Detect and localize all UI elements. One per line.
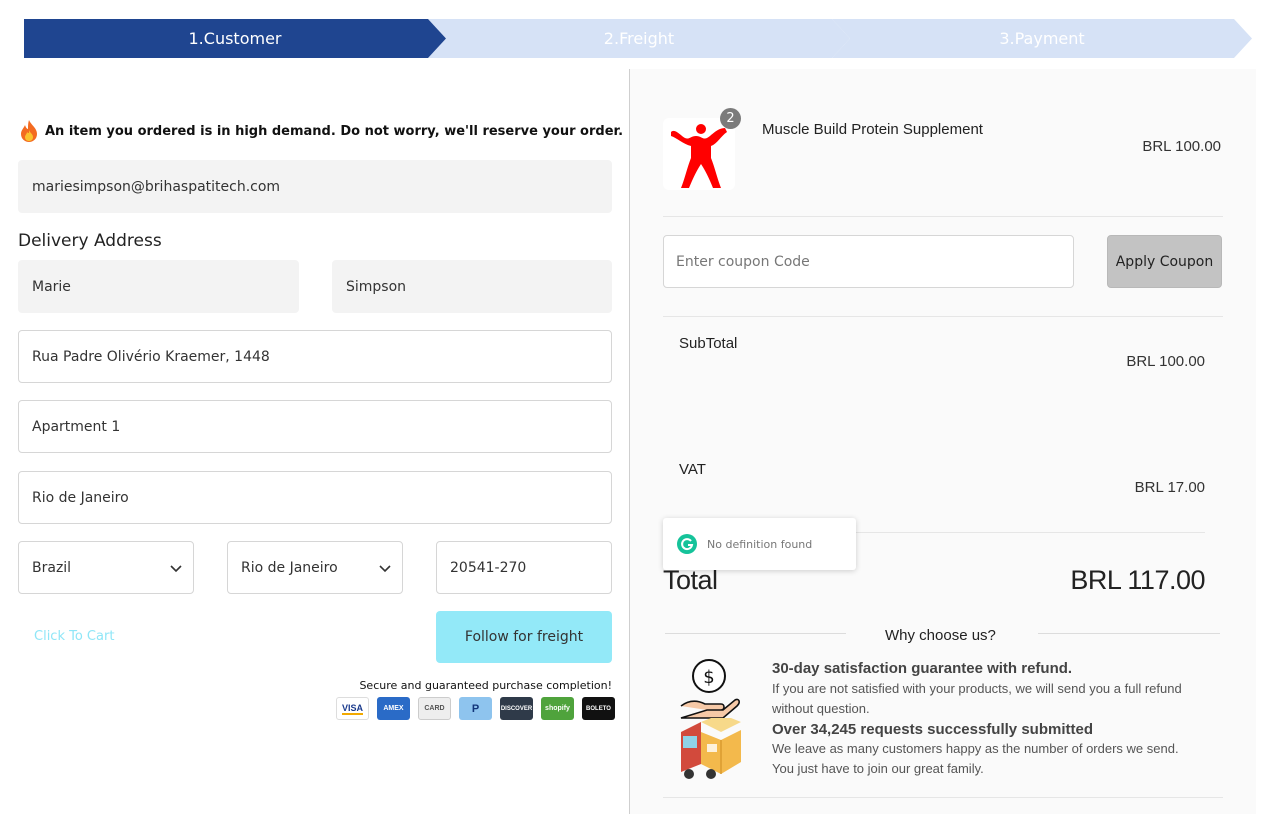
quantity-badge: 2 [720,108,741,129]
high-demand-text: An item you ordered is in high demand. D… [45,123,624,139]
click-to-cart-link[interactable]: Click To Cart [34,629,114,644]
divider [663,797,1223,798]
last-name-field[interactable] [332,260,612,313]
visa-icon: VISA [336,697,369,720]
tooltip-text: No definition found [707,537,813,551]
divider [665,633,846,634]
amex-label: AMEX [383,705,404,712]
vat-value: BRL 17.00 [1134,479,1205,496]
flame-icon [21,120,37,142]
country-select[interactable]: Brazil [18,541,194,594]
shopify-label: shopify [545,705,570,712]
payment-methods: VISA AMEX CARD P DISCOVER shopify BOLETO [336,697,615,720]
city-input[interactable] [32,489,611,506]
first-name-input[interactable] [32,278,298,295]
vat-label: VAT [679,461,706,478]
zip-input[interactable] [450,559,611,576]
divider [663,216,1223,217]
step-customer-label: 1.Customer [188,29,282,48]
first-name-field[interactable] [18,260,299,313]
paypal-icon: P [459,697,492,720]
product-price: BRL 100.00 [1142,138,1221,155]
credit-card-icon: CARD [418,697,451,720]
discover-label: DISCOVER [500,705,533,712]
feature-desc-refund: If you are not satisfied with your produ… [772,681,1182,716]
delivery-truck-icon [681,718,741,779]
why-choose-title: Why choose us? [885,627,996,644]
visa-label: VISA [341,702,363,715]
feature-title-requests: Over 34,245 requests successfully submit… [772,721,1093,738]
discover-icon: DISCOVER [500,697,533,720]
chevron-down-icon [379,564,391,572]
chevron-down-icon [170,564,182,572]
step-freight[interactable]: 2.Freight [428,19,850,58]
zip-field[interactable] [436,541,612,594]
state-value: Rio de Janeiro [241,559,338,576]
svg-text:$: $ [703,667,714,688]
follow-for-freight-button[interactable]: Follow for freight [436,611,612,663]
feature-desc-requests: We leave as many customers happy as the … [772,741,1179,776]
step-customer[interactable]: 1.Customer [24,19,446,58]
card-label: CARD [424,705,445,712]
apply-coupon-button[interactable]: Apply Coupon [1107,235,1222,288]
checkout-steps: 1.Customer 2.Freight 3.Payment [24,19,1252,58]
email-field[interactable] [18,160,612,213]
secure-purchase-text: Secure and guaranteed purchase completio… [359,679,612,692]
feature-title-refund: 30-day satisfaction guarantee with refun… [772,660,1073,677]
coupon-input[interactable] [676,253,1073,270]
bodybuilder-icon [671,124,727,188]
subtotal-value: BRL 100.00 [1126,353,1205,370]
state-select[interactable]: Rio de Janeiro [227,541,403,594]
city-field[interactable] [18,471,612,524]
boleto-label: BOLETO [586,705,611,712]
high-demand-notice: An item you ordered is in high demand. D… [18,119,623,143]
delivery-address-title: Delivery Address [18,231,162,251]
coupon-field[interactable] [663,235,1074,288]
address2-input[interactable] [32,418,611,435]
product-image [663,118,735,190]
address2-field[interactable] [18,400,612,453]
paypal-label: P [471,702,480,715]
grammarly-tooltip: No definition found [663,518,856,570]
step-payment[interactable]: 3.Payment [832,19,1252,58]
total-value: BRL 117.00 [1070,565,1205,595]
shopify-icon: shopify [541,697,574,720]
step-payment-label: 3.Payment [999,29,1085,48]
grammarly-icon [677,534,697,554]
country-value: Brazil [32,559,72,576]
money-hand-icon: $ [680,659,740,719]
product-name: Muscle Build Protein Supplement [762,121,983,138]
step-freight-label: 2.Freight [603,29,675,48]
boleto-icon: BOLETO [582,697,615,720]
email-input[interactable] [32,178,611,195]
address-field[interactable] [18,330,612,383]
last-name-input[interactable] [346,278,611,295]
address-input[interactable] [32,348,611,365]
divider [1038,633,1220,634]
divider [663,316,1223,317]
amex-icon: AMEX [377,697,410,720]
subtotal-label: SubTotal [679,335,738,352]
